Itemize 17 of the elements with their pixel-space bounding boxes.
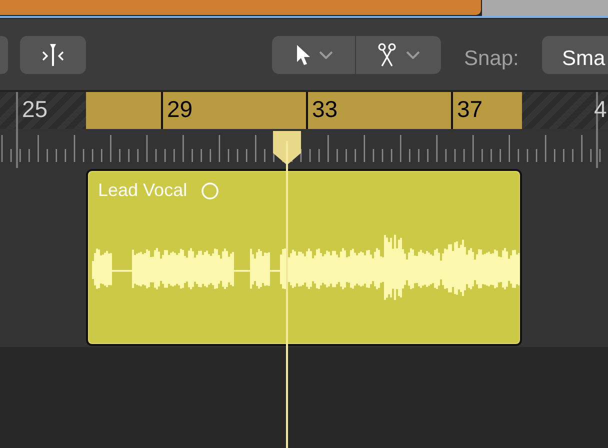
chevron-down-icon bbox=[406, 51, 420, 59]
playhead[interactable] bbox=[270, 131, 304, 448]
bar-number: 25 bbox=[22, 95, 48, 123]
circle-icon bbox=[201, 182, 220, 200]
bar-number: 29 bbox=[167, 95, 193, 123]
split-button[interactable] bbox=[20, 36, 86, 74]
split-marker-icon bbox=[40, 42, 66, 68]
snap-label: Snap: bbox=[464, 46, 519, 72]
region-name: Lead Vocal bbox=[98, 179, 188, 202]
chevron-down-icon bbox=[318, 51, 332, 59]
pointer-icon bbox=[294, 44, 310, 66]
cycle-region[interactable] bbox=[86, 92, 522, 129]
bar-number: 37 bbox=[457, 95, 483, 123]
snap-dropdown[interactable]: Sma bbox=[542, 36, 608, 74]
scissors-icon bbox=[376, 42, 398, 68]
bar-number: 33 bbox=[312, 95, 338, 123]
bar-number: 4 bbox=[594, 95, 607, 123]
